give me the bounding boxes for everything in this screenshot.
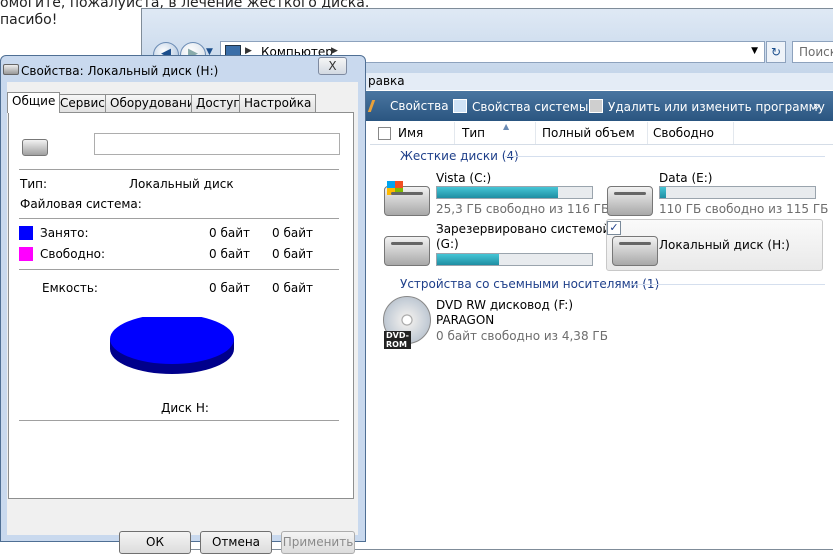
address-dropdown-icon[interactable]: ▼ — [751, 46, 758, 56]
hard-drive-icon — [3, 64, 19, 75]
column-total-size[interactable]: Полный объем — [536, 122, 648, 144]
used-size: 0 байт — [272, 226, 313, 240]
drive-usage-bar — [659, 186, 816, 199]
capacity-label: Емкость: — [42, 281, 98, 295]
group-divider — [630, 284, 825, 285]
tab-general[interactable]: Общие — [7, 92, 61, 113]
divider — [19, 218, 339, 219]
uninstall-program-command[interactable]: Удалить или изменить программу — [589, 99, 825, 114]
disk-usage-pie-chart — [110, 317, 234, 374]
column-type[interactable]: Тип ▲ — [456, 122, 536, 144]
volume-name-input[interactable] — [94, 133, 340, 155]
volume-label: PARAGON — [436, 313, 495, 327]
drive-name: Локальный диск (H:) — [659, 238, 790, 252]
dialog-title-bar[interactable]: Свойства: Локальный диск (H:) X — [1, 56, 365, 82]
column-free-space[interactable]: Свободно — [647, 122, 734, 144]
divider — [19, 420, 339, 421]
forum-text-line: пасибо! — [0, 12, 58, 28]
uninstall-program-label: Удалить или изменить программу — [608, 100, 825, 114]
item-checkbox-checked[interactable]: ✓ — [607, 221, 621, 235]
type-value: Локальный диск — [129, 177, 234, 191]
system-properties-command[interactable]: Свойства системы — [453, 99, 588, 114]
free-label: Свободно: — [40, 247, 106, 261]
select-all-checkbox[interactable] — [378, 127, 391, 140]
system-properties-icon — [453, 99, 467, 113]
drive-usage-fill — [437, 254, 499, 265]
used-bytes: 0 байт — [209, 226, 250, 240]
group-divider — [505, 156, 825, 157]
windows-drive-icon — [384, 181, 430, 216]
hard-drive-icon — [607, 186, 653, 216]
more-commands-button[interactable]: » — [813, 99, 820, 113]
capacity-size: 0 байт — [272, 281, 313, 295]
filesystem-label: Файловая система: — [20, 197, 142, 211]
sort-ascending-icon: ▲ — [503, 122, 510, 131]
drive-name: Vista (C:) — [436, 171, 492, 185]
search-placeholder: Поиск — [799, 45, 833, 59]
drive-free-space: 25,3 ГБ свободно из 116 ГБ — [436, 202, 610, 216]
divider — [19, 169, 339, 170]
drive-free-space: 0 байт свободно из 4,38 ГБ — [436, 329, 608, 343]
capacity-bytes: 0 байт — [209, 281, 250, 295]
column-header-row: Имя Тип ▲ Полный объем Свободно — [370, 122, 833, 145]
windows-logo-icon — [387, 181, 403, 195]
group-header-hard-disks[interactable]: Жесткие диски (4) — [400, 149, 519, 163]
free-space-swatch — [19, 247, 33, 261]
drive-usage-fill — [660, 187, 667, 198]
programs-icon — [589, 99, 603, 113]
free-bytes: 0 байт — [209, 247, 250, 261]
ok-button[interactable]: ОК — [119, 531, 191, 554]
dialog-title: Свойства: Локальный диск (H:) — [21, 64, 219, 78]
divider — [19, 269, 339, 270]
menu-item-edit[interactable]: равка — [368, 74, 405, 88]
properties-command-label: Свойства — [390, 99, 449, 113]
general-tab-panel: Тип: Локальный диск Файловая система: За… — [8, 112, 354, 499]
column-name[interactable]: Имя — [392, 122, 455, 144]
used-label: Занято: — [40, 226, 89, 240]
drive-usage-bar — [436, 186, 593, 199]
group-header-removable[interactable]: Устройства со съемными носителями (1) — [400, 277, 659, 291]
type-label: Тип: — [20, 177, 48, 191]
tab-sharing[interactable]: Доступ — [191, 94, 247, 112]
disk-label: Диск H: — [161, 401, 209, 415]
properties-command[interactable]: Свойства — [367, 99, 449, 113]
drive-name: Зарезервировано системой — [436, 222, 611, 236]
tab-customize[interactable]: Настройка — [239, 94, 317, 112]
checkmark-icon — [367, 100, 388, 112]
properties-dialog: Свойства: Локальный диск (H:) X Общие Се… — [0, 55, 366, 554]
system-properties-label: Свойства системы — [472, 100, 589, 114]
search-input[interactable]: Поиск — [792, 41, 833, 63]
drive-free-space: 110 ГБ свободно из 115 ГБ — [659, 202, 829, 216]
refresh-button[interactable]: ↻ — [766, 41, 786, 63]
hard-drive-icon — [612, 236, 658, 266]
used-space-swatch — [19, 226, 33, 240]
apply-button[interactable]: Применить — [281, 531, 355, 554]
hard-drive-icon — [384, 236, 430, 266]
drive-name: Data (E:) — [659, 171, 713, 185]
dvd-rom-badge: DVD-ROM — [384, 331, 411, 349]
drive-name: DVD RW дисковод (F:) — [436, 298, 574, 312]
drive-letter: (G:) — [436, 237, 459, 251]
hard-drive-icon — [22, 139, 48, 156]
drive-usage-fill — [437, 187, 558, 198]
dialog-body: Общие Сервис Оборудование Доступ Настрой… — [7, 82, 358, 554]
column-type-label: Тип — [462, 126, 485, 140]
cancel-button[interactable]: Отмена — [200, 531, 272, 554]
drive-usage-bar — [436, 253, 593, 266]
close-button[interactable]: X — [318, 57, 347, 75]
tab-tools[interactable]: Сервис — [55, 94, 110, 112]
free-size: 0 байт — [272, 247, 313, 261]
